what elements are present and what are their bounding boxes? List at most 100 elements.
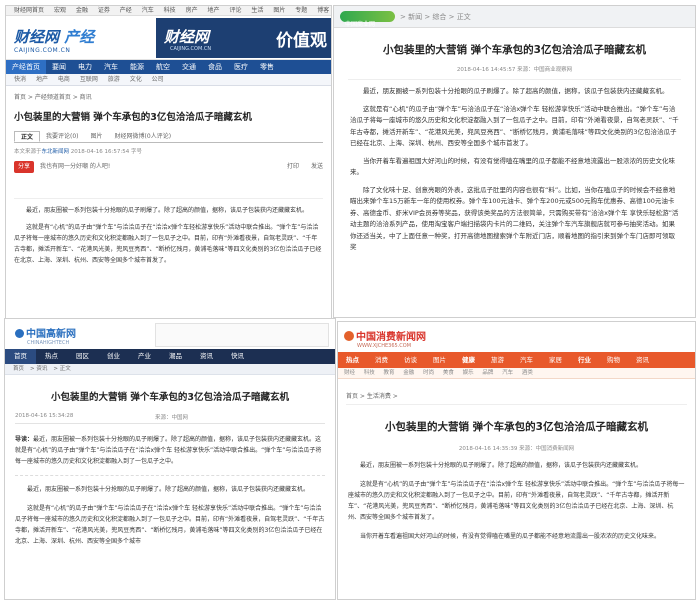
tab-weibo[interactable]: 财经网微博(0人评论) (109, 131, 178, 142)
nav-item[interactable]: 食品 (202, 60, 228, 74)
nav-item[interactable]: 汽车 (98, 60, 124, 74)
nav-item[interactable]: 潮品 (160, 349, 191, 364)
article-title: 小包装里的大营销 弹个车承包的3亿包洽洽瓜子暗藏玄机 (385, 421, 648, 433)
subnav-item[interactable]: 快消 (14, 76, 26, 83)
article-title: 小包装里的大营销 弹个车承包的3亿包洽洽瓜子暗藏玄机 (14, 112, 252, 123)
top-link[interactable]: 专题 (295, 7, 307, 14)
subnav-item[interactable]: 金融 (403, 370, 414, 376)
tab-images[interactable]: 图片 (85, 131, 109, 142)
top-link[interactable]: 地产 (208, 7, 220, 14)
logo-text: 中国消费新闻网 (356, 332, 426, 343)
meta-date: 2018-04-16 15:34:28 (15, 413, 74, 419)
top-link[interactable]: 图片 (273, 7, 285, 14)
site-logo[interactable]: 中国消费新闻网 WWW.XJCHE365.COM (344, 328, 426, 349)
top-link[interactable]: 金融 (76, 7, 88, 14)
nav-item[interactable]: 要闻 (46, 60, 72, 74)
nav-item[interactable]: 热点 (338, 352, 367, 368)
subnav-item[interactable]: 时尚 (423, 370, 434, 376)
subnav-item[interactable]: 地产 (36, 76, 48, 83)
ad-banner[interactable] (155, 323, 329, 347)
nav-item[interactable]: 汽车 (512, 352, 541, 368)
tab-body[interactable]: 正文 (14, 131, 41, 142)
top-link[interactable]: 产经 (120, 7, 132, 14)
nav-item[interactable]: 资讯 (191, 349, 222, 364)
breadcrumb[interactable]: > 新闻 > 综合 > 正文 (400, 12, 471, 22)
nav-item[interactable]: 旅游 (483, 352, 512, 368)
subnav-item[interactable]: 娱乐 (463, 370, 474, 376)
nav-item[interactable]: 图片 (425, 352, 454, 368)
subnav-item[interactable]: 公司 (152, 76, 164, 83)
subnav-item[interactable]: 财经 (344, 370, 355, 376)
site-logo[interactable]: 中国高新网 CHINAHIGHTECH (15, 325, 76, 346)
breadcrumb-item[interactable]: 首页 (13, 366, 24, 372)
share-button[interactable]: 分享 (14, 161, 35, 173)
nav-item[interactable]: 热点 (36, 349, 67, 364)
top-link[interactable]: 评论 (229, 7, 241, 14)
logo-subtext: CHINAHIGHTECH (27, 340, 70, 346)
nav-item[interactable]: 首页 (5, 349, 36, 364)
banner-slogan: 价值观 (276, 31, 327, 51)
source-link[interactable]: 东北新闻网 (42, 149, 70, 155)
subnav-item[interactable]: 互联网 (80, 76, 98, 83)
subnav-item[interactable]: 科技 (364, 370, 375, 376)
top-link[interactable]: 汽车 (142, 7, 154, 14)
article-title: 小包装里的大营销 弹个车承包的3亿包洽洽瓜子暗藏玄机 (383, 44, 646, 56)
main-nav: 首页 热点 园区 创业 产业 潮品 资讯 快讯 (5, 349, 335, 364)
divider (14, 173, 323, 199)
tab-comment[interactable]: 我要评论(0) (40, 131, 85, 142)
subnav-item[interactable]: 文化 (130, 76, 142, 83)
nav-item[interactable]: 航空 (150, 60, 176, 74)
subnav-item[interactable]: 美食 (443, 370, 454, 376)
business-article-screenshot: 中国商业网 > 新闻 > 综合 > 正文 小包装里的大营销 弹个车承包的3亿包洽… (333, 5, 696, 318)
breadcrumb-item: 正文 (59, 366, 71, 372)
breadcrumb[interactable]: 首页 > 产经频道首页 > 商讯 (6, 86, 331, 101)
ad-banner[interactable]: 财经网 CAIJING.COM.CN 价值观 (156, 18, 331, 58)
top-link[interactable]: 宏观 (54, 7, 66, 14)
nav-item[interactable]: 能源 (124, 60, 150, 74)
nav-item[interactable]: 行业 (570, 352, 599, 368)
breadcrumb[interactable]: 首页 > 生活消费 > (346, 391, 687, 405)
article-paragraph: 当你开着车看遍祖国大好河山的时候，有没有觉得嗑在嘴里的瓜子都能不经意地流露出一股… (360, 533, 661, 540)
top-link[interactable]: 证券 (98, 7, 110, 14)
nav-item[interactable]: 资讯 (628, 352, 657, 368)
nav-item[interactable]: 产业 (129, 349, 160, 364)
banner-logo-text: 财经网 (164, 28, 210, 46)
subnav-item[interactable]: 教育 (384, 370, 395, 376)
top-link[interactable]: 财经网首页 (14, 7, 44, 14)
digest-text: 最近，朋友圈被一系列包装十分抢眼的瓜子刷爆了。除了超高的颜值，据称，该瓜子包装获… (15, 436, 322, 465)
logo-text: 中国商业网 (345, 21, 376, 28)
article-paragraph: 这就是有“心机”的瓜子由“弹个车”与洽洽瓜子在“洽洽x弹个车轻松游享快乐”活动中… (14, 224, 322, 264)
nav-item[interactable]: 家居 (541, 352, 570, 368)
top-link[interactable]: 博客 (317, 7, 329, 14)
top-link[interactable]: 生活 (251, 7, 263, 14)
nav-item[interactable]: 创业 (98, 349, 129, 364)
globe-icon (15, 329, 24, 338)
subnav-item[interactable]: 旅游 (108, 76, 120, 83)
nav-item[interactable]: 零售 (254, 60, 280, 74)
site-logo[interactable]: 中国商业网 (340, 11, 395, 28)
nav-item[interactable]: 消费 (367, 352, 396, 368)
share-bar: 分享 我也有网一分好嘲 的人吧! 打印 发送 (14, 161, 323, 173)
print-link[interactable]: 打印 (287, 163, 299, 170)
logo-mark-icon (344, 331, 354, 341)
channel-name: 产经 (64, 28, 95, 46)
nav-item[interactable]: 快讯 (222, 349, 253, 364)
site-logo[interactable]: 财经网 产经 CAIJING.COM.CN (14, 26, 94, 54)
caijing-article-screenshot: 财经网首页 宏观 金融 证券 产经 汽车 科技 房产 地产 评论 生活 图片 专… (5, 5, 332, 320)
nav-item[interactable]: 医疗 (228, 60, 254, 74)
subnav-item[interactable]: 电商 (58, 76, 70, 83)
nav-item[interactable]: 园区 (67, 349, 98, 364)
send-link[interactable]: 发送 (311, 163, 323, 170)
top-link[interactable]: 科技 (164, 7, 176, 14)
breadcrumb-item[interactable]: 资讯 (36, 366, 47, 372)
top-link[interactable]: 房产 (186, 7, 198, 14)
subnav-item[interactable]: 品牌 (482, 370, 493, 376)
nav-item[interactable]: 购物 (599, 352, 628, 368)
subnav-item[interactable]: 酒类 (522, 370, 533, 376)
nav-item[interactable]: 交通 (176, 60, 202, 74)
nav-item[interactable]: 健康 (454, 352, 483, 368)
nav-item[interactable]: 产经首页 (6, 60, 46, 74)
subnav-item[interactable]: 汽车 (502, 370, 513, 376)
nav-item[interactable]: 电力 (72, 60, 98, 74)
nav-item[interactable]: 访谈 (396, 352, 425, 368)
